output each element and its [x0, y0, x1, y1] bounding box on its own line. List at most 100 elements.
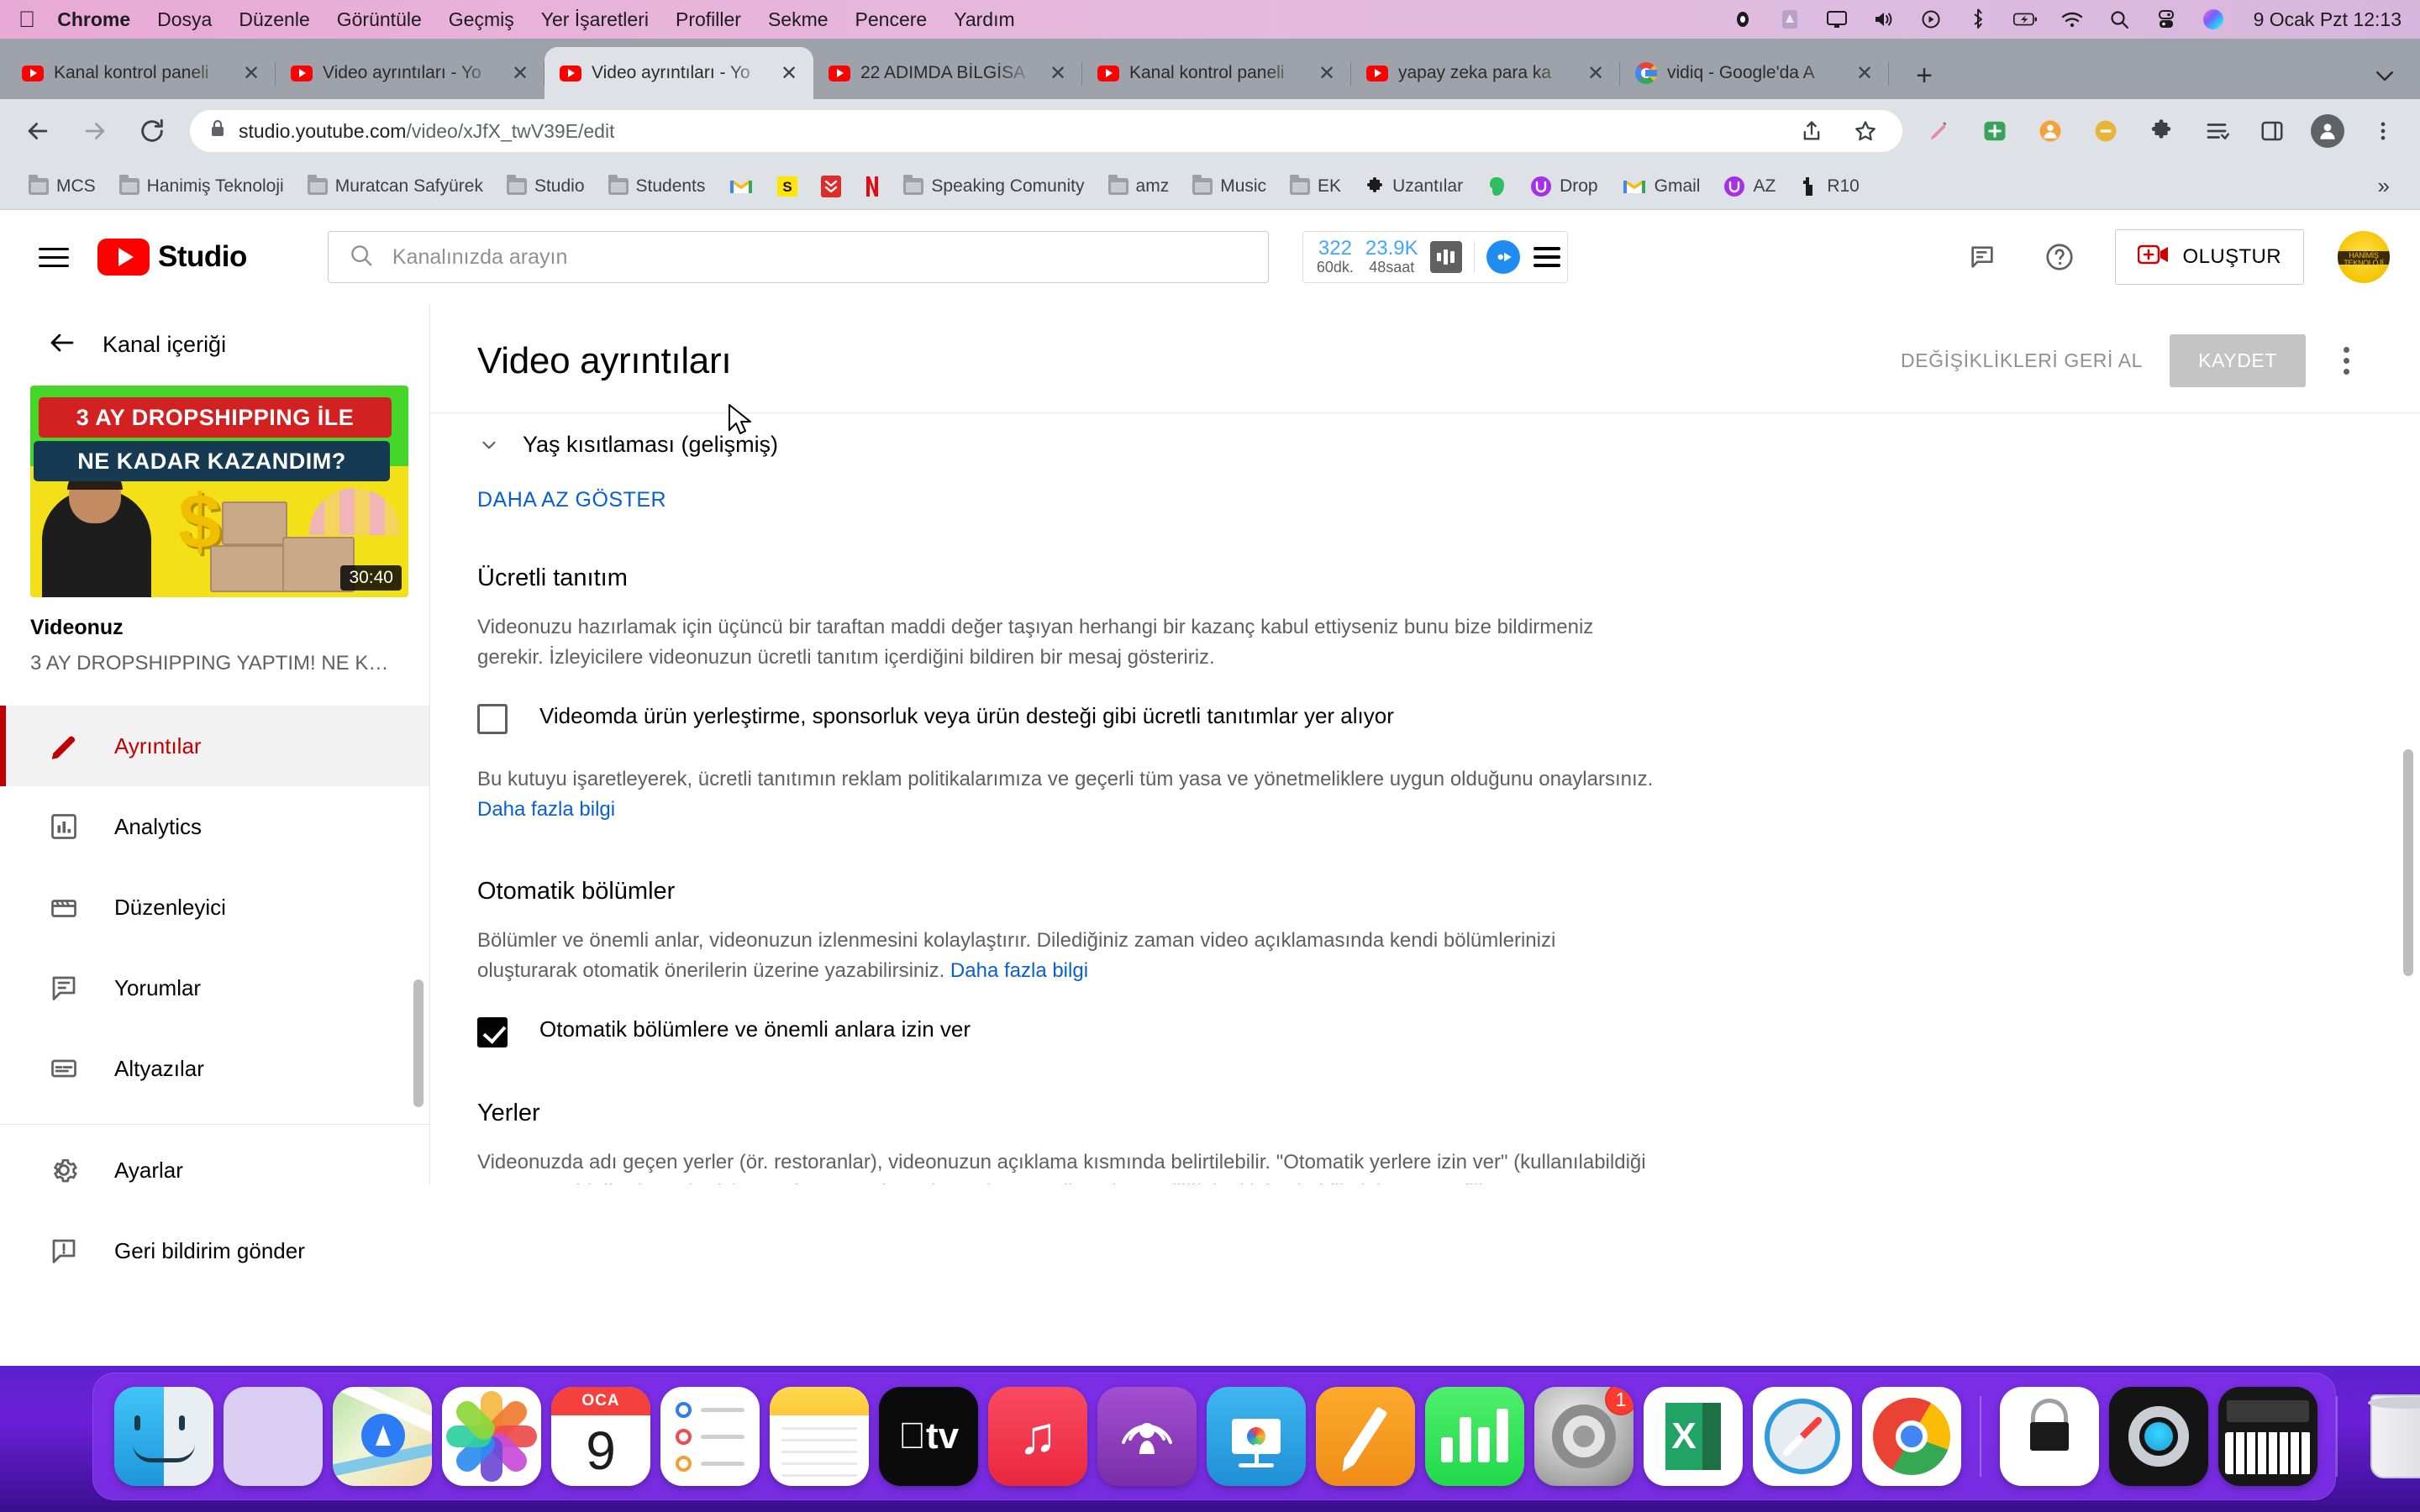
dock-item-safari[interactable] [1753, 1387, 1852, 1486]
dock-item-podcasts[interactable] [1097, 1387, 1197, 1486]
dock-item-numbers[interactable] [1425, 1387, 1524, 1486]
bar-chart-icon[interactable] [1429, 241, 1462, 273]
dock-item-xcode[interactable] [2000, 1387, 2099, 1486]
bookmark-music[interactable]: Music [1181, 168, 1278, 205]
browser-tab-2[interactable]: Video ayrıntıları - Yo ✕ [276, 47, 544, 99]
paid-promotion-checkbox[interactable] [477, 703, 508, 734]
browser-tab-5[interactable]: Kanal kontrol paneli ✕ [1082, 47, 1351, 99]
bookmark-netflix[interactable] [853, 168, 892, 205]
browser-tab-7[interactable]: vidiq - Google'da A ✕ [1620, 47, 1889, 99]
avatar[interactable]: HANİMİŞ TEKNOLOJİ [2338, 231, 2390, 283]
bookmark-hanimis-teknoloji[interactable]: Hanimiş Teknoloji [108, 168, 296, 205]
bookmark-students[interactable]: Students [597, 168, 718, 205]
dock-item-launchpad[interactable] [224, 1387, 323, 1486]
bookmark-gmail-1[interactable] [717, 168, 765, 205]
display-icon[interactable] [1825, 8, 1849, 31]
bookmark-amz[interactable]: amz [1097, 168, 1181, 205]
new-tab-button[interactable]: + [1901, 52, 1948, 99]
bookmark-muratcan-safyurek[interactable]: Muratcan Safyürek [296, 168, 495, 205]
back-arrow-icon[interactable] [47, 328, 77, 362]
sidebar-scrollbar[interactable] [413, 979, 424, 1107]
bookmark-s-yellow[interactable]: S [765, 168, 809, 205]
age-restriction-row[interactable]: Yaş kısıtlaması (gelişmiş) [477, 432, 1696, 458]
dock-item-trash[interactable] [2356, 1387, 2420, 1486]
bookmark-r10[interactable]: R10 [1787, 168, 1871, 205]
sidebar-item-ayrintilar[interactable]: Ayrıntılar [0, 706, 429, 786]
control-center-icon[interactable] [2154, 8, 2178, 31]
apple-logo-icon[interactable]:  [18, 8, 35, 31]
bookmark-red-chevrons[interactable] [809, 168, 853, 205]
bookmark-studio[interactable]: Studio [495, 168, 597, 205]
forward-arrow-icon[interactable] [76, 112, 114, 150]
back-to-channel-content[interactable]: Kanal içeriği [0, 328, 429, 386]
paid-promotion-checkbox-row[interactable]: Videomda ürün yerleştirme, sponsorluk ve… [477, 702, 1696, 734]
menu-item-chrome[interactable]: Chrome [57, 8, 130, 31]
menu-item-sekme[interactable]: Sekme [768, 8, 829, 31]
video-thumbnail-wrap[interactable]: $ 3 AY DROPSHIPPING İLE NE KADAR KAZANDI… [0, 386, 429, 597]
content-scrollbar[interactable] [2403, 749, 2413, 976]
orange-extension-icon[interactable] [2032, 113, 2069, 150]
dock-item-notes[interactable] [770, 1387, 869, 1486]
dock-item-quicktime[interactable] [2109, 1387, 2208, 1486]
hamburger-menu-icon[interactable] [30, 234, 77, 281]
reading-list-icon[interactable] [2198, 113, 2235, 150]
menu-item-yardim[interactable]: Yardım [954, 8, 1014, 31]
sidebar-item-ayarlar[interactable]: Ayarlar [0, 1130, 429, 1210]
menu-item-dosya[interactable]: Dosya [157, 8, 212, 31]
menu-item-profiller[interactable]: Profiller [676, 8, 741, 31]
bookmark-uzantilar[interactable]: Uzantılar [1353, 168, 1475, 205]
dock-item-pages[interactable] [1316, 1387, 1415, 1486]
spotlight-search-icon[interactable] [2107, 8, 2131, 31]
back-arrow-icon[interactable] [18, 112, 57, 150]
youtube-studio-logo[interactable]: Studio [97, 239, 247, 276]
sidebar-item-altyazilar[interactable]: Altyazılar [0, 1028, 429, 1109]
sidebar-item-yorumlar[interactable]: Yorumlar [0, 948, 429, 1028]
bookmark-speaking-comunity[interactable]: Speaking Comunity [892, 168, 1096, 205]
sidebar-item-geri-bildirim[interactable]: Geri bildirim gönder [0, 1210, 429, 1291]
dock-item-calendar[interactable]: OCA 9 [551, 1387, 650, 1486]
learn-more-link[interactable]: Daha fazla bilgi [950, 959, 1088, 982]
vidiq-stats-widget[interactable]: 322 60dk. 23.9K 48saat [1302, 231, 1568, 283]
dock-item-music[interactable]: ♫ [988, 1387, 1087, 1486]
dock-item-garageband[interactable] [2218, 1387, 2317, 1486]
bookmark-evernote[interactable] [1475, 168, 1518, 205]
star-icon[interactable] [1847, 113, 1884, 150]
sidebar-item-duzenleyici[interactable]: Düzenleyici [0, 867, 429, 948]
bluetooth-icon[interactable] [1966, 8, 1990, 31]
sidebar-item-analytics[interactable]: Analytics [0, 786, 429, 867]
dock-item-photos[interactable] [442, 1387, 541, 1486]
dock-item-finder[interactable] [114, 1387, 213, 1486]
kebab-menu-icon[interactable] [2323, 338, 2370, 385]
menu-item-gecmis[interactable]: Geçmiş [449, 8, 514, 31]
close-icon[interactable]: ✕ [1852, 60, 1877, 86]
dock-item-chrome[interactable] [1862, 1387, 1961, 1486]
close-icon[interactable]: ✕ [1045, 60, 1071, 86]
save-button[interactable]: KAYDET [2170, 334, 2306, 387]
gold-extension-icon[interactable] [2087, 113, 2124, 150]
menu-item-yer-isaretleri[interactable]: Yer İşaretleri [541, 8, 649, 31]
share-icon[interactable] [1793, 113, 1830, 150]
channel-search-input[interactable]: Kanalınızda arayın [327, 231, 1269, 283]
highlighter-extension-icon[interactable] [1921, 113, 1958, 150]
address-bar[interactable]: studio.youtube.com/video/xJfX_twV39E/edi… [190, 110, 1902, 152]
menu-bar-clock[interactable]: 9 Ocak Pzt 12:13 [2254, 8, 2402, 31]
undo-changes-button[interactable]: DEĞİŞİKLİKLERİ GERİ AL [1882, 334, 2161, 387]
profile-avatar-icon[interactable] [2309, 113, 2346, 150]
record-icon[interactable] [1731, 8, 1754, 31]
reload-icon[interactable] [133, 112, 171, 150]
chevron-down-icon[interactable] [2361, 52, 2408, 99]
dock-item-system-preferences[interactable]: 1 [1534, 1387, 1634, 1486]
dock-item-excel[interactable]: X [1644, 1387, 1743, 1486]
auto-chapters-checkbox[interactable] [477, 1016, 508, 1047]
dock-item-apple-tv[interactable]: tv [879, 1387, 978, 1486]
list-menu-icon[interactable] [1532, 247, 1562, 267]
auto-chapters-checkbox-row[interactable]: Otomatik bölümlere ve önemli anlara izin… [477, 1016, 1696, 1047]
siri-icon[interactable] [2202, 8, 2225, 31]
now-playing-icon[interactable] [1919, 8, 1943, 31]
drive-icon[interactable] [1778, 8, 1802, 31]
create-button[interactable]: OLUŞTUR [2114, 229, 2304, 285]
bookmark-ek[interactable]: EK [1278, 168, 1353, 205]
vidiq-icon[interactable] [1486, 240, 1520, 274]
bookmark-drop[interactable]: Drop [1518, 168, 1610, 205]
close-icon[interactable]: ✕ [1583, 60, 1608, 86]
